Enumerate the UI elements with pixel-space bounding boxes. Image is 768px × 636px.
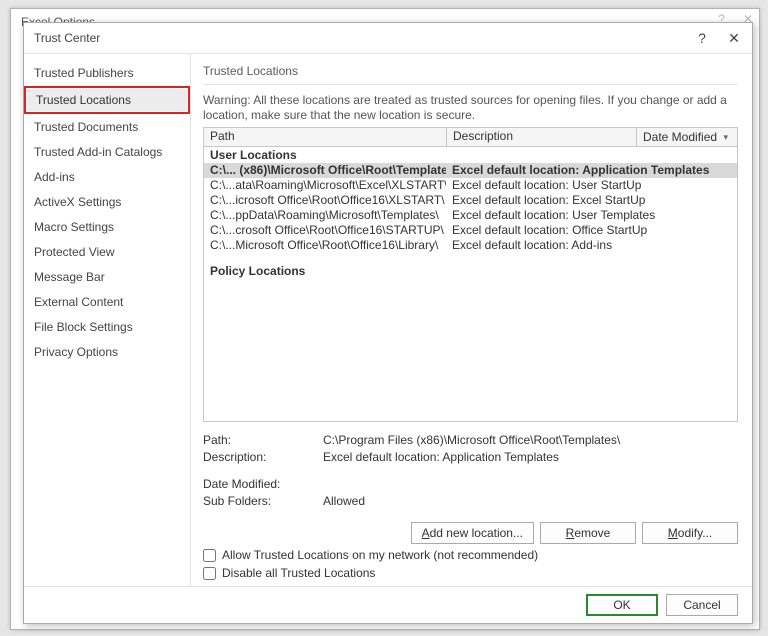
- table-row[interactable]: C:\...ppData\Roaming\Microsoft\Templates…: [204, 208, 737, 223]
- sidebar-item-trusted-locations[interactable]: Trusted Locations: [24, 86, 190, 114]
- panel-title: Trusted Locations: [203, 64, 738, 85]
- sidebar-item-file-block-settings[interactable]: File Block Settings: [24, 315, 190, 339]
- detail-value-path: C:\Program Files (x86)\Microsoft Office\…: [323, 432, 620, 449]
- column-header-date-modified[interactable]: Date Modified ▾: [637, 128, 737, 146]
- cell-path: C:\...ppData\Roaming\Microsoft\Templates…: [204, 208, 446, 223]
- sidebar-item-activex-settings[interactable]: ActiveX Settings: [24, 190, 190, 214]
- chevron-down-icon: ▾: [723, 132, 728, 143]
- dialog-title-bar: Trust Center ? ✕: [24, 23, 752, 54]
- detail-label-sub-folders: Sub Folders:: [203, 493, 323, 510]
- cell-description: Excel default location: Application Temp…: [446, 163, 737, 178]
- cell-path: C:\...Microsoft Office\Root\Office16\Lib…: [204, 238, 446, 253]
- disable-all-row: Disable all Trusted Locations: [203, 566, 738, 580]
- modify-button[interactable]: Modify...: [642, 522, 738, 544]
- cell-path: C:\... (x86)\Microsoft Office\Root\Templ…: [204, 163, 446, 178]
- sidebar-item-trusted-documents[interactable]: Trusted Documents: [24, 115, 190, 139]
- cancel-button[interactable]: Cancel: [666, 594, 738, 616]
- dialog-title: Trust Center: [34, 31, 686, 45]
- detail-value-description: Excel default location: Application Temp…: [323, 449, 559, 466]
- column-header-path[interactable]: Path: [204, 128, 447, 146]
- table-body: User Locations C:\... (x86)\Microsoft Of…: [204, 147, 737, 421]
- allow-network-checkbox[interactable]: [203, 549, 216, 562]
- table-header-row: Path Description Date Modified ▾: [204, 128, 737, 147]
- allow-network-row: Allow Trusted Locations on my network (n…: [203, 548, 738, 562]
- cell-description: Excel default location: Excel StartUp: [446, 193, 737, 208]
- table-row[interactable]: C:\...ata\Roaming\Microsoft\Excel\XLSTAR…: [204, 178, 737, 193]
- trust-center-dialog: Trust Center ? ✕ Trusted Publishers Trus…: [23, 22, 753, 624]
- sidebar-item-privacy-options[interactable]: Privacy Options: [24, 340, 190, 364]
- dialog-footer: OK Cancel: [24, 586, 752, 623]
- cell-description: Excel default location: User StartUp: [446, 178, 737, 193]
- sidebar-item-message-bar[interactable]: Message Bar: [24, 265, 190, 289]
- allow-network-label: Allow Trusted Locations on my network (n…: [222, 548, 538, 562]
- sidebar-item-external-content[interactable]: External Content: [24, 290, 190, 314]
- action-button-row: Add new location... Remove Modify...: [203, 522, 738, 544]
- help-button[interactable]: ?: [686, 24, 718, 52]
- category-sidebar: Trusted Publishers Trusted Locations Tru…: [24, 54, 191, 586]
- detail-value-sub-folders: Allowed: [323, 493, 365, 510]
- disable-all-label: Disable all Trusted Locations: [222, 566, 375, 580]
- close-button[interactable]: ✕: [718, 24, 750, 52]
- disable-all-checkbox[interactable]: [203, 567, 216, 580]
- column-header-description[interactable]: Description: [447, 128, 637, 146]
- sidebar-item-trusted-addin-catalogs[interactable]: Trusted Add-in Catalogs: [24, 140, 190, 164]
- section-user-locations: User Locations: [204, 147, 737, 163]
- detail-label-description: Description:: [203, 449, 323, 466]
- column-header-date-label: Date Modified: [643, 130, 717, 144]
- cell-description: Excel default location: Add-ins: [446, 238, 737, 253]
- section-policy-locations: Policy Locations: [204, 263, 737, 279]
- add-new-location-button[interactable]: Add new location...: [411, 522, 534, 544]
- table-row[interactable]: C:\... (x86)\Microsoft Office\Root\Templ…: [204, 163, 737, 178]
- table-row[interactable]: C:\...icrosoft Office\Root\Office16\XLST…: [204, 193, 737, 208]
- sidebar-item-add-ins[interactable]: Add-ins: [24, 165, 190, 189]
- warning-text: Warning: All these locations are treated…: [203, 93, 738, 123]
- table-row[interactable]: C:\...crosoft Office\Root\Office16\START…: [204, 223, 737, 238]
- main-panel: Trusted Locations Warning: All these loc…: [191, 54, 752, 586]
- cell-path: C:\...crosoft Office\Root\Office16\START…: [204, 223, 446, 238]
- detail-label-date-modified: Date Modified:: [203, 476, 323, 493]
- sidebar-item-macro-settings[interactable]: Macro Settings: [24, 215, 190, 239]
- ok-button[interactable]: OK: [586, 594, 658, 616]
- cell-description: Excel default location: Office StartUp: [446, 223, 737, 238]
- table-row[interactable]: C:\...Microsoft Office\Root\Office16\Lib…: [204, 238, 737, 253]
- cell-path: C:\...icrosoft Office\Root\Office16\XLST…: [204, 193, 446, 208]
- sidebar-item-protected-view[interactable]: Protected View: [24, 240, 190, 264]
- locations-table: Path Description Date Modified ▾ User Lo…: [203, 127, 738, 422]
- details-pane: Path: C:\Program Files (x86)\Microsoft O…: [203, 432, 738, 510]
- remove-button[interactable]: Remove: [540, 522, 636, 544]
- sidebar-item-trusted-publishers[interactable]: Trusted Publishers: [24, 61, 190, 85]
- cell-description: Excel default location: User Templates: [446, 208, 737, 223]
- cell-path: C:\...ata\Roaming\Microsoft\Excel\XLSTAR…: [204, 178, 446, 193]
- detail-label-path: Path:: [203, 432, 323, 449]
